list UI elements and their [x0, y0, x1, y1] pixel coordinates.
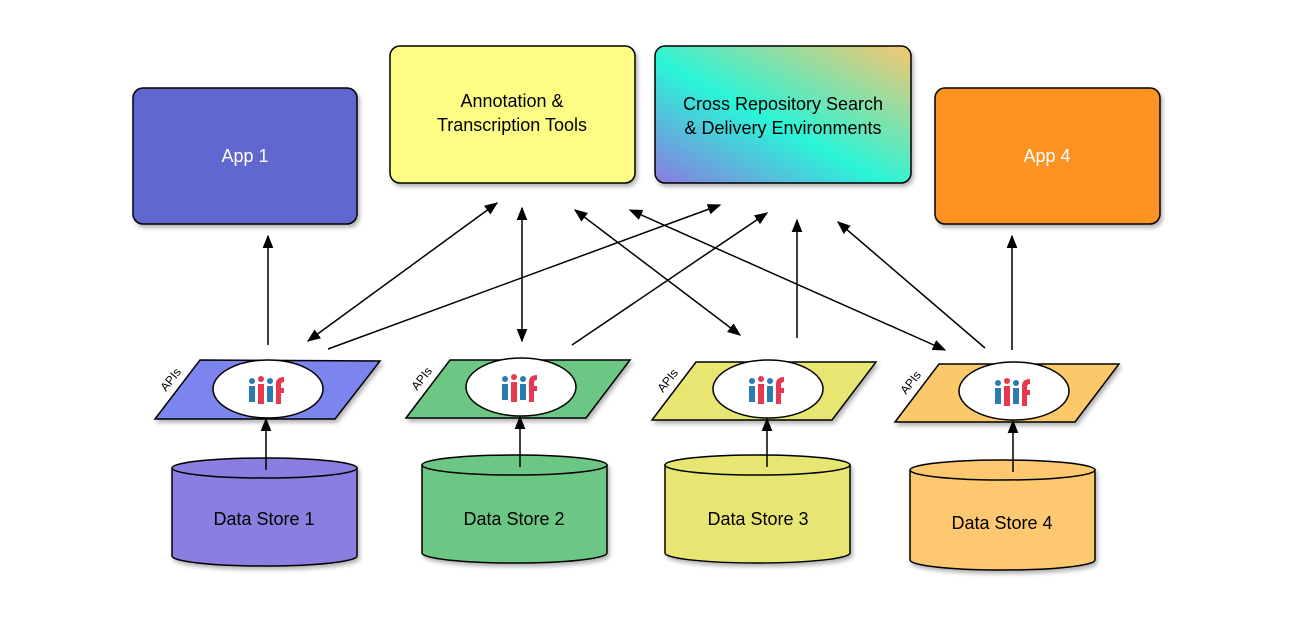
store-api-arrows: [260, 415, 1019, 472]
cross-repository-search-box: [654, 45, 912, 184]
annotation-tools-label-line2: Transcription Tools: [437, 115, 587, 135]
annotation-tools-label-line1: Annotation &: [460, 91, 563, 111]
cross-repository-label-line1: Cross Repository Search: [683, 94, 883, 114]
app-1-label: App 1: [221, 146, 268, 166]
data-store-4-label: Data Store 4: [951, 513, 1052, 533]
connection-arrows: [262, 202, 1018, 351]
app-4-label: App 4: [1023, 146, 1070, 166]
api-layer-4: APIs: [893, 361, 1121, 423]
arrow-api4-search: [836, 221, 986, 349]
arrow-api1-search: [327, 204, 722, 350]
cross-repository-label-line2: & Delivery Environments: [684, 118, 881, 138]
api-layer-1: APIs: [153, 359, 382, 420]
data-store-2-label: Data Store 2: [463, 509, 564, 529]
api-layer-3: APIs: [650, 359, 878, 421]
arrow-api2-search: [571, 212, 769, 346]
api-layer-2: APIs: [404, 357, 632, 419]
arrow-api4-annotation: [628, 209, 947, 351]
data-store-3-label: Data Store 3: [707, 509, 808, 529]
iiif-architecture-diagram: App 1 Annotation & Transcription Tools C…: [132, 45, 1161, 571]
data-store-1-label: Data Store 1: [213, 509, 314, 529]
